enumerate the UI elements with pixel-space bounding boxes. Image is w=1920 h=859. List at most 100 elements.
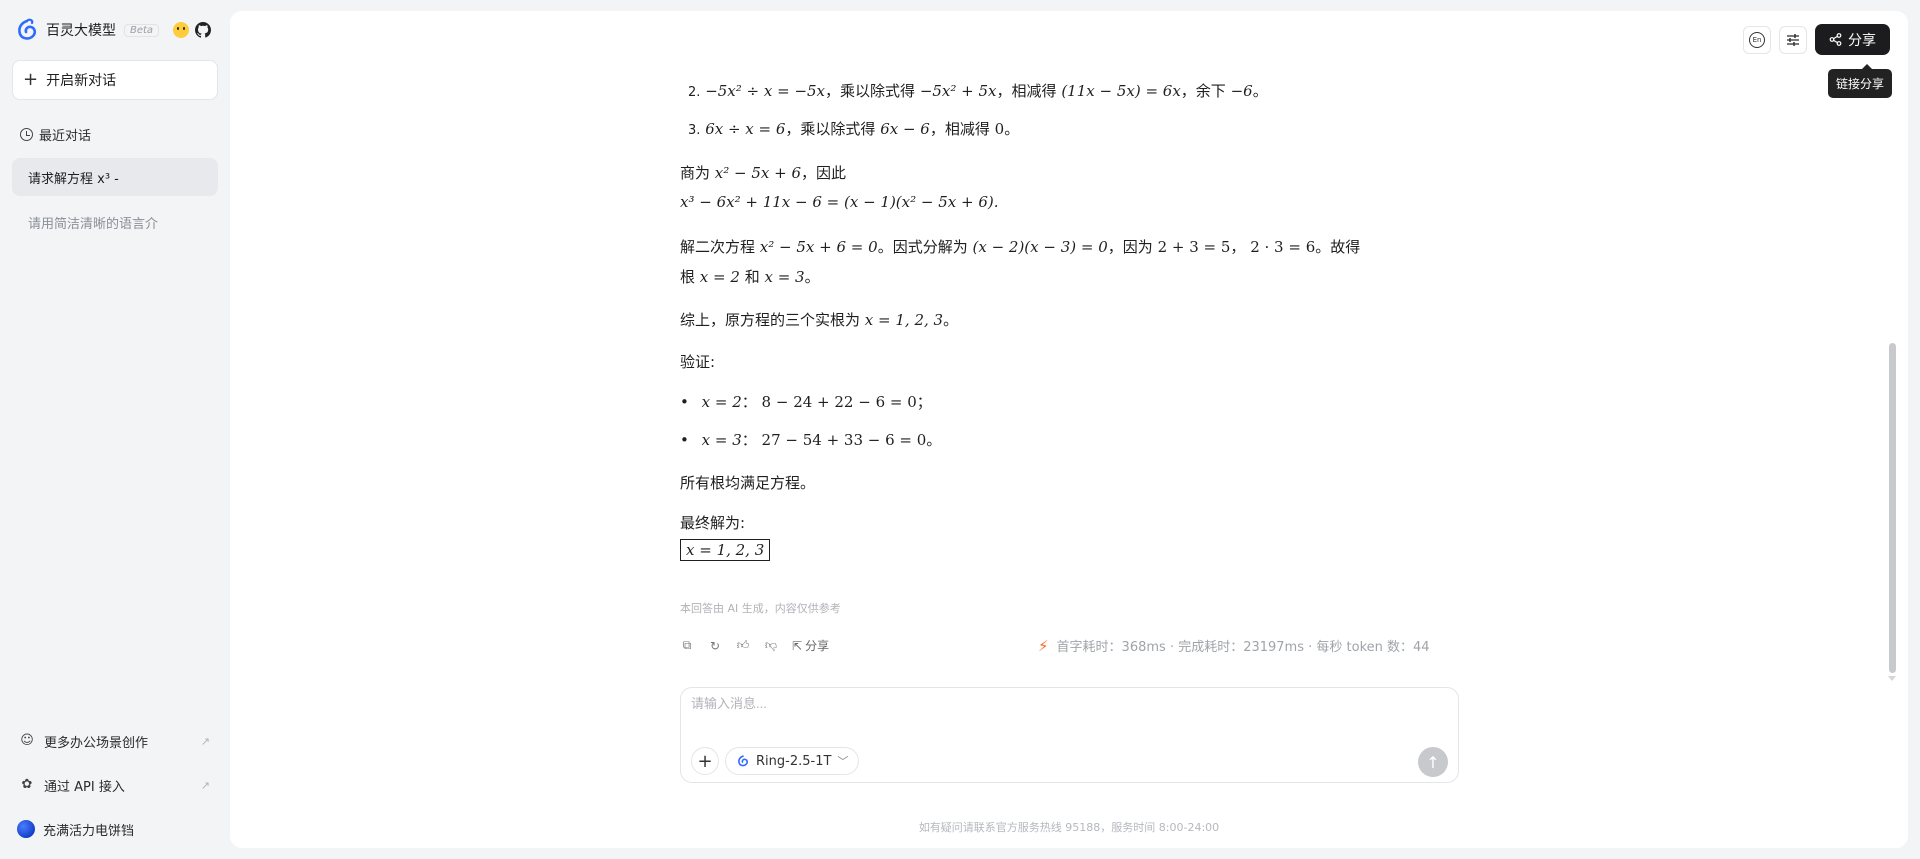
verify-label: 验证: bbox=[680, 353, 716, 371]
text: 。 bbox=[943, 311, 959, 329]
language-icon: En bbox=[1749, 31, 1765, 48]
boxed-answer: x = 1, 2, 3 bbox=[680, 539, 771, 561]
lightning-icon: ⚡︎ bbox=[1038, 636, 1049, 655]
huggingface-icon[interactable] bbox=[173, 22, 190, 38]
math: (11x − 5x) = 6x bbox=[1061, 82, 1181, 100]
math: 2 · 3 = 6 bbox=[1250, 238, 1316, 256]
send-button[interactable]: ↑ bbox=[1418, 747, 1448, 777]
text: 根 bbox=[680, 268, 696, 286]
math: −5x² + 5x bbox=[919, 82, 997, 100]
quadratic-line: 解二次方程 x² − 5x + 6 = 0。因式分解为 (x − 2)(x − … bbox=[680, 236, 1360, 258]
text: ： bbox=[741, 431, 757, 449]
share-icon: ⇱ bbox=[792, 638, 803, 653]
math: 6x ÷ x = 6 bbox=[705, 120, 786, 138]
brand-title: 百灵大模型 bbox=[46, 23, 116, 39]
api-access-link[interactable]: ✿ 通过 API 接入 ↗ bbox=[20, 773, 210, 797]
math: 0 bbox=[994, 120, 1005, 138]
thumbs-down-icon[interactable]: 👎︎ bbox=[764, 638, 778, 653]
text: ，乘以除式得 bbox=[825, 82, 916, 100]
github-icon[interactable] bbox=[195, 22, 212, 38]
text: ，相减得 bbox=[996, 82, 1057, 100]
model-selector[interactable]: Ring-2.5-1T ﹀ bbox=[725, 747, 860, 775]
math: −5x² ÷ x = −5x bbox=[705, 82, 826, 100]
math: x = 3 bbox=[701, 431, 742, 449]
bullet: • bbox=[680, 431, 689, 449]
model-name: Ring-2.5-1T bbox=[756, 753, 832, 769]
share-icon bbox=[1829, 33, 1842, 46]
share-label: 分享 bbox=[1848, 32, 1876, 49]
math: x = 1, 2, 3 bbox=[864, 311, 944, 329]
user-profile[interactable]: 充满活力电饼铛 bbox=[17, 817, 210, 841]
conversation-label: 请求解方程 x³ - bbox=[28, 171, 119, 187]
text: ， bbox=[1230, 238, 1246, 256]
copy-icon[interactable]: ⧉ bbox=[680, 638, 694, 653]
ai-disclaimer: 本回答由 AI 生成，内容仅供参考 bbox=[680, 602, 841, 615]
text: 。因式分解为 bbox=[877, 238, 968, 256]
robot-icon: ☺ bbox=[20, 733, 34, 748]
share-button[interactable]: 分享 bbox=[1815, 24, 1890, 55]
list-number: 3. bbox=[688, 123, 701, 138]
final-answer: x = 1, 2, 3 bbox=[680, 539, 771, 561]
text: 解二次方程 bbox=[680, 238, 756, 256]
text: ，因此 bbox=[801, 164, 847, 182]
roots-line: 根 x = 2 和 x = 3。 bbox=[680, 266, 820, 288]
stats-text: 首字耗时：368ms · 完成耗时：23197ms · 每秒 token 数：4… bbox=[1056, 640, 1430, 655]
top-actions: En 分享 bbox=[1743, 24, 1890, 55]
math: 6x − 6 bbox=[880, 120, 930, 138]
text: 。 bbox=[1252, 82, 1268, 100]
text: 。故得 bbox=[1315, 238, 1361, 256]
list-number: 2. bbox=[688, 85, 701, 100]
brand[interactable]: 百灵大模型 Beta bbox=[14, 18, 212, 42]
factored-equation: x³ − 6x² + 11x − 6 = (x − 1)(x² − 5x + 6… bbox=[680, 193, 999, 211]
new-chat-label: 开启新对话 bbox=[46, 73, 117, 89]
text: 综上，原方程的三个实根为 bbox=[680, 311, 861, 329]
external-link-icon: ↗ bbox=[200, 778, 210, 792]
settings-button[interactable] bbox=[1779, 25, 1807, 54]
text: 商为 bbox=[680, 164, 711, 182]
add-attachment-button[interactable]: + bbox=[691, 747, 719, 775]
history-icon bbox=[20, 128, 33, 141]
sidebar: 百灵大模型 Beta + 开启新对话 最近对话 请求解方程 x³ - 请用简洁清… bbox=[0, 0, 230, 859]
text: ，余下 bbox=[1180, 82, 1226, 100]
text: ： bbox=[741, 393, 757, 411]
arrow-up-icon: ↑ bbox=[1426, 752, 1440, 772]
api-icon: ✿ bbox=[21, 777, 33, 792]
new-chat-button[interactable]: + 开启新对话 bbox=[12, 60, 218, 100]
text: ； bbox=[916, 393, 932, 411]
share-tooltip: 链接分享 bbox=[1827, 64, 1892, 98]
math: x² − 5x + 6 bbox=[714, 164, 802, 182]
api-access-label: 通过 API 接入 bbox=[44, 779, 125, 795]
model-logo-icon bbox=[738, 755, 748, 767]
text: 。 bbox=[1004, 120, 1020, 138]
text: ，相减得 bbox=[929, 120, 990, 138]
thumbs-up-icon[interactable]: 👍︎ bbox=[736, 638, 750, 653]
math: 8 − 24 + 22 − 6 = 0 bbox=[761, 393, 917, 411]
conversation-item[interactable]: 请用简洁清晰的语言介 bbox=[12, 203, 218, 241]
conversation-label: 请用简洁清晰的语言介 bbox=[28, 216, 159, 232]
office-scenarios-link[interactable]: ☺ 更多办公场景创作 ↗ bbox=[20, 729, 210, 753]
conversation-item[interactable]: 请求解方程 x³ - bbox=[12, 158, 218, 196]
recent-conversations-header: 最近对话 bbox=[20, 125, 91, 144]
language-toggle-button[interactable]: En bbox=[1743, 25, 1771, 54]
recent-label: 最近对话 bbox=[39, 129, 92, 144]
text: 。 bbox=[804, 268, 820, 286]
message-share-label: 分享 bbox=[805, 639, 830, 653]
math: 2 + 3 = 5 bbox=[1157, 238, 1231, 256]
regenerate-icon[interactable]: ↻ bbox=[708, 639, 722, 653]
office-scenarios-label: 更多办公场景创作 bbox=[44, 735, 149, 751]
message-share-button[interactable]: ⇱ 分享 bbox=[792, 637, 829, 654]
message-input[interactable] bbox=[691, 696, 1431, 711]
math: x = 3 bbox=[764, 268, 805, 286]
scrollbar[interactable] bbox=[1889, 343, 1896, 673]
text: ，乘以除式得 bbox=[785, 120, 876, 138]
external-link-icon: ↗ bbox=[200, 734, 210, 748]
bullet: • bbox=[680, 393, 689, 411]
quotient-line: 商为 x² − 5x + 6，因此 bbox=[680, 162, 846, 184]
math: x² − 5x + 6 = 0 bbox=[759, 238, 878, 256]
bailing-logo-icon bbox=[18, 18, 37, 40]
chevron-down-icon: ﹀ bbox=[837, 755, 849, 768]
main-panel: En 分享 链接分享 2. −5x² ÷ x = −5x，乘以除式得 −5x² … bbox=[230, 11, 1908, 848]
plus-icon: + bbox=[697, 750, 713, 772]
scroll-down-icon[interactable] bbox=[1888, 676, 1896, 681]
text: ，因为 bbox=[1107, 238, 1153, 256]
